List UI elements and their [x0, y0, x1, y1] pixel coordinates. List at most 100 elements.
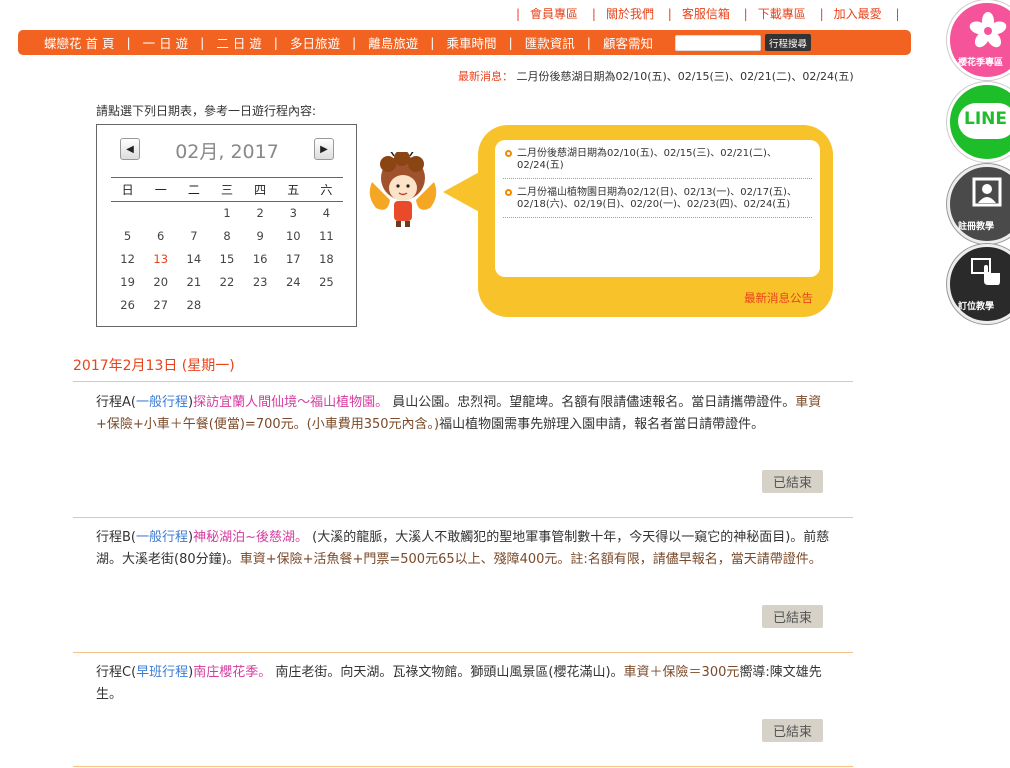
main-nav: 蝶戀花 首 頁 | 一 日 遊 | 二 日 遊 | 多日旅遊 | 離島旅遊 | 乘車時間 |… [18, 30, 911, 55]
trip-a: 行程A(一般行程)探訪宜蘭人間仙境～福山植物園。 員山公園。忠烈祠。望龍埤。名額… [96, 395, 822, 432]
weekday-wed: 三 [210, 177, 244, 202]
register-label: 註冊教學 [958, 222, 995, 232]
news-label: 最新消息： [458, 70, 513, 83]
sakura-icon [969, 12, 1007, 48]
trip-b: 行程B(一般行程)神秘湖泊~後慈湖。 (大溪的龍脈，大溪人不敢觸犯的聖地軍事管制… [96, 530, 830, 567]
bullet-icon [505, 189, 512, 196]
news-item[interactable]: 二月份福山植物園日期為02/12(日)、02/13(一)、02/17(五)、02… [503, 184, 812, 218]
search-button[interactable]: 行程搜尋 [764, 34, 811, 51]
weekday-fri: 五 [276, 177, 310, 202]
register-tutorial-button[interactable]: 註冊教學 [947, 164, 1010, 244]
sakura-season-button[interactable]: 櫻花季專區 [947, 0, 1010, 80]
weekday-mon: 一 [144, 177, 178, 202]
nav-island[interactable]: 離島旅遊 [356, 33, 430, 52]
nav-home[interactable]: 蝶戀花 首 頁 [32, 33, 126, 52]
top-links: | 會員專區 | 關於我們 | 客服信箱 | 下載專區 | 加入最愛 | [516, 7, 900, 21]
divider [73, 381, 853, 382]
calendar-empty-cell [144, 202, 177, 225]
prev-month-button[interactable]: ◀ [120, 138, 140, 160]
nav-multi-day[interactable]: 多日旅遊 [278, 33, 352, 52]
calendar-day[interactable]: 22 [210, 271, 243, 294]
calendar-title: 02月, 2017 [175, 141, 279, 163]
news-item-text: 二月份後慈湖日期為02/10(五)、02/15(三)、02/21(二)、02/2… [517, 148, 777, 171]
trip-a-status-button[interactable]: 已結束 [762, 470, 823, 493]
news-item-text: 二月份福山植物園日期為02/12(日)、02/13(一)、02/17(五)、02… [517, 187, 797, 210]
calendar-day[interactable]: 10 [277, 225, 310, 248]
trip-description: 南庄老街。向天湖。瓦祿文物館。獅頭山風景區(櫻花滿山)。 [271, 665, 624, 680]
calendar-day[interactable]: 26 [111, 294, 144, 317]
calendar-header: ◀ 02月, 2017 ▶ [97, 125, 356, 175]
trip-c-status-button[interactable]: 已結束 [762, 719, 823, 742]
calendar-day[interactable]: 23 [244, 271, 277, 294]
calendar-day[interactable]: 25 [310, 271, 343, 294]
nav-customer-notice[interactable]: 顧客需知 [591, 33, 665, 52]
trip-description: 員山公園。忠烈祠。望龍埤。名額有限請儘速報名。當日請攜帶證件。 [388, 395, 796, 410]
calendar-empty-cell [277, 294, 310, 317]
toplink-member[interactable]: 會員專區 [530, 7, 578, 21]
weekday-thu: 四 [243, 177, 277, 202]
news-more-link[interactable]: 最新消息公告 [744, 290, 813, 306]
divider [73, 766, 853, 767]
calendar-day[interactable]: 11 [310, 225, 343, 248]
calendar-week: 5 6 7 8 9 10 11 [111, 225, 343, 248]
calendar-day[interactable]: 20 [144, 271, 177, 294]
weekday-tue: 二 [177, 177, 211, 202]
trip-c: 行程C(早班行程)南庄櫻花季。 南庄老街。向天湖。瓦祿文物館。獅頭山風景區(櫻花… [96, 665, 822, 702]
instruction-text: 請點選下列日期表，參考一日遊行程內容: [96, 104, 317, 118]
toplink-download[interactable]: 下載專區 [758, 7, 806, 21]
bubble-tail [443, 170, 483, 214]
calendar-day[interactable]: 6 [144, 225, 177, 248]
nav-two-day[interactable]: 二 日 遊 [204, 33, 273, 52]
trip-price: 車資＋保險＝300元 [623, 665, 740, 680]
calendar-day[interactable]: 19 [111, 271, 144, 294]
calendar-day[interactable]: 3 [277, 202, 310, 225]
trip-b-status-button[interactable]: 已結束 [762, 605, 823, 628]
divider [73, 517, 853, 518]
trip-category[interactable]: 一般行程 [136, 395, 188, 410]
calendar-day[interactable]: 21 [177, 271, 210, 294]
calendar-empty-cell [310, 294, 343, 317]
news-ticker[interactable]: 最新消息： 二月份後慈湖日期為02/10(五)、02/15(三)、02/21(二… [458, 68, 854, 84]
nav-remittance[interactable]: 匯款資訊 [513, 33, 587, 52]
calendar-week: 1234 [111, 202, 343, 225]
calendar-day[interactable]: 2 [244, 202, 277, 225]
toplink-about[interactable]: 關於我們 [606, 7, 654, 21]
trip-title[interactable]: 探訪宜蘭人間仙境～福山植物園。 [193, 395, 388, 410]
calendar-day[interactable]: 4 [310, 202, 343, 225]
calendar-day[interactable]: 15 [210, 248, 243, 271]
news-item[interactable]: 二月份後慈湖日期為02/10(五)、02/15(三)、02/21(二)、02/2… [503, 145, 812, 179]
line-button[interactable]: LINE [947, 82, 1010, 162]
trip-category[interactable]: 早班行程 [136, 665, 188, 680]
calendar-day[interactable]: 16 [244, 248, 277, 271]
booking-tutorial-button[interactable]: 訂位教學 [947, 244, 1010, 324]
calendar-day[interactable]: 13 [144, 248, 177, 271]
calendar-day[interactable]: 24 [277, 271, 310, 294]
toplink-service-mail[interactable]: 客服信箱 [682, 7, 730, 21]
trip-category[interactable]: 一般行程 [136, 530, 188, 545]
next-month-button[interactable]: ▶ [314, 138, 334, 160]
user-card-icon [972, 177, 1002, 207]
line-label: LINE [964, 109, 1007, 129]
calendar-day[interactable]: 9 [244, 225, 277, 248]
calendar-day[interactable]: 1 [210, 202, 243, 225]
weekday-sat: 六 [309, 177, 343, 202]
calendar: ◀ 02月, 2017 ▶ 日 一 二 三 四 五 六 1 2 3 4 5 6 7 8 9 10 1… [96, 124, 357, 327]
calendar-grid: 日 一 二 三 四 五 六 1 2 3 4 5 6 7 8 9 10 11 12 13 14 15 16 17 1… [111, 177, 343, 317]
calendar-day[interactable]: 5 [111, 225, 144, 248]
nav-one-day[interactable]: 一 日 遊 [131, 33, 200, 52]
calendar-day[interactable]: 14 [177, 248, 210, 271]
calendar-day[interactable]: 27 [144, 294, 177, 317]
calendar-day[interactable]: 18 [310, 248, 343, 271]
nav-schedule[interactable]: 乘車時間 [434, 33, 508, 52]
calendar-day[interactable]: 8 [210, 225, 243, 248]
calendar-day[interactable]: 17 [277, 248, 310, 271]
trip-title[interactable]: 南庄櫻花季。 [193, 665, 271, 680]
search-input[interactable] [674, 34, 761, 51]
calendar-day[interactable]: 12 [111, 248, 144, 271]
calendar-day[interactable]: 7 [177, 225, 210, 248]
trip-title[interactable]: 神秘湖泊~後慈湖。 [193, 530, 308, 545]
calendar-day[interactable]: 28 [177, 294, 210, 317]
trip-note: 福山植物園需事先辦理入園申請，報名者當日請帶證件。 [439, 417, 765, 432]
toplink-favorite[interactable]: 加入最愛 [834, 7, 882, 21]
news-bubble-content: 二月份後慈湖日期為02/10(五)、02/15(三)、02/21(二)、02/2… [495, 140, 820, 277]
